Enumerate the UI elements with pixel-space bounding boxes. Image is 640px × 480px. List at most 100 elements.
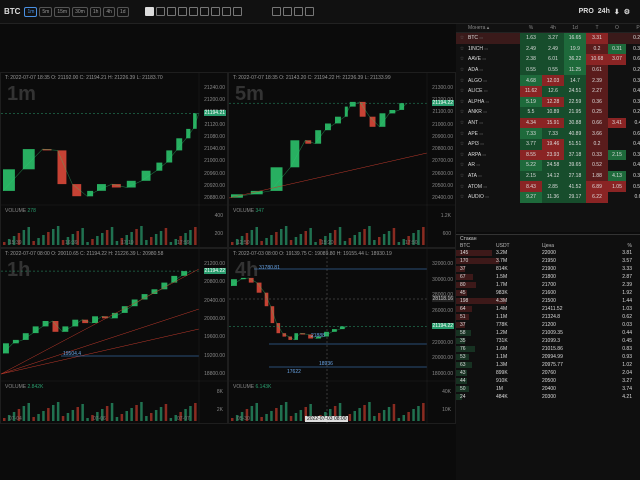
layout-grid-icon[interactable] [304,7,314,16]
chart-icon[interactable]: ▭ [486,99,490,104]
ask-row[interactable]: 80 1.7M 21700 2.39 [456,281,640,289]
fib-tool-icon[interactable] [188,7,198,16]
chart-icon[interactable]: ▭ [484,46,488,51]
price-chart[interactable] [1,249,228,424]
watchlist-row[interactable]: ☆ ALICE ▭ 11.6212.624.512.27 0.42 [456,85,640,97]
price-chart[interactable] [1,73,228,248]
watchlist-row[interactable]: ☆ 1INCH ▭2.492.4919.90.20.310.36 [456,43,640,55]
star-icon[interactable]: ☆ [456,141,468,147]
pro-button[interactable]: PRO [579,8,594,15]
watchlist-col-header[interactable] [456,24,468,32]
layout-4-icon[interactable] [293,7,303,16]
watchlist-row[interactable]: ☆ APE ▭7.337.3340.893.660.65 [456,128,640,139]
chart-panel-5m[interactable]: T: 2022-07-07 18:35 O: 21143.20 C: 21194… [228,72,456,248]
ruler-tool-icon[interactable] [199,7,209,16]
chart-icon[interactable]: ▭ [483,78,487,83]
star-icon[interactable]: ☆ [456,120,468,126]
chart-icon[interactable]: ▭ [479,120,483,125]
star-icon[interactable]: ☆ [456,46,468,52]
line-tool-icon[interactable] [155,7,165,16]
chart-icon[interactable]: ▭ [480,141,484,146]
chart-icon[interactable]: ▭ [482,56,486,61]
watchlist-row[interactable]: ☆ API3 ▭ 3.7719.4651.510.2 0.41 [456,138,640,150]
star-icon[interactable]: ☆ [456,109,468,115]
price-chart[interactable] [229,73,456,248]
watchlist-col-header[interactable]: 4h [542,24,564,32]
symbol-label[interactable]: BTC [4,7,20,16]
chart-icon[interactable]: ▭ [476,162,480,167]
brush-tool-icon[interactable] [210,7,220,16]
watchlist-col-header[interactable]: % [520,24,542,32]
star-icon[interactable]: ☆ [456,56,468,62]
ask-row[interactable]: 37 814K 21900 3.33 [456,265,640,273]
bid-row[interactable]: 53 1.1M 20994.99 0.93 [456,353,640,361]
watchlist-col-header[interactable]: Монета ▴ [468,25,520,31]
bid-row[interactable]: 76 1.6M 21015.86 0.83 [456,345,640,353]
chart-icon[interactable]: ▭ [479,67,483,72]
chart-panel-1h[interactable]: T: 2022-07-07 08:00 O: 20010.65 C: 21194… [0,248,228,424]
download-icon[interactable]: ⬇ [614,8,620,16]
ask-row[interactable]: 145 3.2M 22000 3.81 [456,249,640,257]
channel-tool-icon[interactable] [177,7,187,16]
tf-1m[interactable]: 1m [24,6,38,17]
chart-icon[interactable]: ▭ [484,88,488,93]
watchlist-row[interactable]: ☆ ADA ▭0.550.5511.250.610.28 [456,64,640,76]
bid-row[interactable]: 44 910K 20500 3.27 [456,377,640,385]
ask-row[interactable]: 64 1.4M 21411.52 1.03 [456,305,640,313]
watchlist-col-header[interactable]: T [586,24,608,32]
ask-row[interactable]: 45 983K 21600 1.92 [456,289,640,297]
chart-icon[interactable]: ▭ [478,173,482,178]
watchlist-row[interactable]: ☆ ARPA ▭ 8.5523.9337.180.332.15 0.39 [456,149,640,161]
chart-panel-1m[interactable]: T: 2022-07-07 18:35 O: 21192.00 C: 21194… [0,72,228,248]
cursor-tool-icon[interactable] [144,7,154,16]
period-button[interactable]: 24h [598,8,610,15]
layout-1-icon[interactable] [271,7,281,16]
star-icon[interactable]: ☆ [456,99,468,105]
bid-row[interactable]: 35 731K 21099.3 0.45 [456,337,640,345]
ask-row[interactable]: 37 778K 21200 0.03 [456,321,640,329]
bid-row[interactable]: 63 1.3M 20975.77 1.02 [456,361,640,369]
watchlist-row[interactable]: ☆ AR ▭ 5.2224.5839.650.52 0.46 [456,160,640,171]
watchlist-row[interactable]: ☆ ALGO ▭ 4.6812.0314.72.39 0.31 [456,75,640,86]
watchlist-col-header[interactable]: O [608,24,626,32]
star-icon[interactable]: ☆ [456,173,468,179]
chart-icon[interactable]: ▭ [479,35,483,40]
star-icon[interactable]: ☆ [456,152,468,158]
star-icon[interactable]: ☆ [456,131,468,137]
delete-tool-icon[interactable] [232,7,242,16]
star-icon[interactable]: ☆ [456,194,468,200]
watchlist-row[interactable]: ☆ ATOM ▭ 8.432.8541.526.891.05 0.56 [456,181,640,192]
star-icon[interactable]: ☆ [456,78,468,84]
settings-icon[interactable]: ⚙ [624,8,630,16]
star-icon[interactable]: ☆ [456,67,468,73]
chart-icon[interactable]: ▭ [483,184,487,189]
watchlist-row[interactable]: ☆ BTC ▭ 1.633.2716.653.31 0.27 [456,33,640,44]
ask-row[interactable]: 198 4.3M 21500 1.44 [456,297,640,305]
watchlist-row[interactable]: ☆ AAVE ▭ 2.386.0136.2210.683.07 0.67 [456,54,640,65]
bid-row[interactable]: 50 1M 20400 3.74 [456,385,640,393]
bid-row[interactable]: 58 1.2M 21009.35 0.44 [456,329,640,337]
tf-15m[interactable]: 15m [54,6,71,17]
star-icon[interactable]: ☆ [456,184,468,190]
chart-icon[interactable]: ▭ [482,152,486,157]
hline-tool-icon[interactable] [166,7,176,16]
chart-icon[interactable]: ▭ [479,131,483,136]
chart-panel-4h[interactable]: T: 2022-07-03 08:00 O: 19139.75 C: 19089… [228,248,456,424]
ask-row[interactable]: 67 1.5M 21800 2.87 [456,273,640,281]
ask-row[interactable]: 170 3.7M 21950 3.57 [456,257,640,265]
tf-30m[interactable]: 30m [72,6,88,17]
ask-row[interactable]: 51 1.1M 21324.8 0.62 [456,313,640,321]
watchlist-col-header[interactable]: P [626,24,640,32]
layout-2-icon[interactable] [282,7,292,16]
bid-row[interactable]: 43 899K 20760 2.04 [456,369,640,377]
watchlist-row[interactable]: ☆ ATA ▭ 2.1514.1227.181.884.13 0.38 [456,170,640,182]
tf-1h[interactable]: 1h [89,6,102,17]
chart-icon[interactable]: ▭ [483,109,487,114]
price-chart[interactable] [229,249,456,424]
watchlist-row[interactable]: ☆ AUDIO ▭ 9.2711.3629.176.22 0.6 [456,191,640,203]
star-icon[interactable]: ☆ [456,35,468,41]
tf-5m[interactable]: 5m [39,6,53,17]
chart-icon[interactable]: ▭ [485,194,489,199]
tf-1d[interactable]: 1d [116,6,129,17]
tf-4h[interactable]: 4h [103,6,115,17]
